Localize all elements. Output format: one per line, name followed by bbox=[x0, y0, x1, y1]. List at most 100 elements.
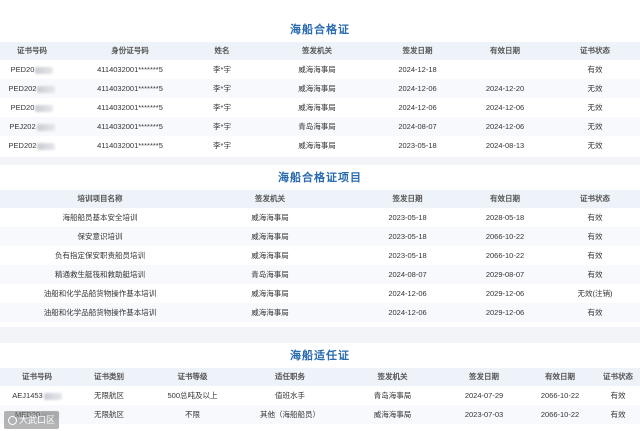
cell-text: 2023-05-18 bbox=[388, 251, 427, 260]
column-header: 签发机关 bbox=[262, 42, 372, 60]
cell-text: 威海海事局 bbox=[251, 213, 289, 222]
table-cell: 有效 bbox=[555, 208, 635, 227]
cell-text: 2024-12-06 bbox=[485, 103, 525, 112]
section-title-competency-certificate: 海船适任证 bbox=[0, 344, 640, 368]
table-row: 保安意识培训 威海海事局 2023-05-18 2066-10-22 有效 bbox=[0, 227, 640, 246]
cell-text: 2066-10-22 bbox=[485, 251, 525, 260]
cell-text: 有效 bbox=[587, 213, 603, 222]
cell-text: PED202 bbox=[8, 141, 37, 150]
table-cell: 李*宇 bbox=[192, 79, 252, 98]
table-cell: PED202 bbox=[4, 79, 60, 98]
cell-text: 有效 bbox=[587, 65, 603, 74]
table-header-row: 证书号码 身份证号码 姓名 签发机关 签发日期 有效日期 证书状态 bbox=[0, 42, 640, 60]
cell-text: 2024-12-06 bbox=[388, 289, 427, 298]
cell-text: 李*宇 bbox=[213, 103, 231, 112]
cell-text: 不限 bbox=[185, 410, 200, 419]
table-cell: 2066-10-22 bbox=[526, 386, 594, 405]
cell-text: 无效(注销) bbox=[577, 289, 613, 298]
cell-text: 威海海事局 bbox=[298, 84, 336, 93]
cell-text: 有效 bbox=[610, 410, 626, 419]
cell-text: 签发机关 bbox=[255, 194, 285, 203]
table-cell: 4114032001*******5 bbox=[70, 98, 190, 117]
section-certificate-items: 海船合格证项目 培训项目名称 签发机关 签发日期 有效日期 证书状态 海船船员基本安全培训… bbox=[0, 166, 640, 322]
table-cell: 油船和化学品船货物操作基本培训 bbox=[20, 284, 180, 303]
cell-text: 无效 bbox=[587, 84, 603, 93]
cell-text: 2023-05-18 bbox=[388, 232, 427, 241]
table-cell: 2029-08-07 bbox=[465, 265, 545, 284]
table-cell: 青岛海事局 bbox=[190, 265, 350, 284]
table-cell: PEJ202 bbox=[4, 117, 60, 136]
cell-text: 签发机关 bbox=[302, 46, 332, 55]
cell-text: 青岛海事局 bbox=[251, 270, 289, 279]
table-cell: 保安意识培训 bbox=[20, 227, 180, 246]
cell-text: 2029-12-06 bbox=[485, 289, 525, 298]
cell-text: 李*宇 bbox=[213, 84, 231, 93]
cell-text: 2024-12-20 bbox=[485, 84, 525, 93]
column-header: 证书状态 bbox=[555, 190, 635, 208]
table-row: PED20 4114032001*******5 李*宇 威海海事局 2024-12-1… bbox=[0, 60, 640, 79]
cell-text: 500总吨及以上 bbox=[167, 391, 218, 400]
column-header: 签发日期 bbox=[448, 368, 520, 386]
table-cell: 有效 bbox=[555, 303, 635, 322]
table-cell: 威海海事局 bbox=[190, 284, 350, 303]
table-cell: 威海海事局 bbox=[262, 136, 372, 155]
cell-text: 有效 bbox=[587, 251, 603, 260]
cell-text: 证书类别 bbox=[94, 372, 124, 381]
table-certificate-items: 培训项目名称 签发机关 签发日期 有效日期 证书状态 海船船员基本安全培训 威海海事局 202… bbox=[0, 190, 640, 322]
table-cell: 值班水手 bbox=[245, 386, 335, 405]
table-cell: 不限 bbox=[145, 405, 240, 424]
table-competency-certificate: 证书号码 证书类别 证书等级 适任职务 签发机关 签发日期 有效日期 证书状态 AEJ1453 无… bbox=[0, 368, 640, 424]
cell-text: 4114032001*******5 bbox=[97, 141, 163, 150]
table-cell: 青岛海事局 bbox=[345, 386, 440, 405]
cell-text: 姓名 bbox=[214, 46, 230, 55]
cell-text: 2024-07-29 bbox=[464, 391, 504, 400]
table-cell: 青岛海事局 bbox=[262, 117, 372, 136]
table-cell: 威海海事局 bbox=[190, 208, 350, 227]
table-sea-certificate: 证书号码 身份证号码 姓名 签发机关 签发日期 有效日期 证书状态 PED20 41140320… bbox=[0, 42, 640, 155]
cell-text: 2024-12-06 bbox=[485, 122, 525, 131]
table-row: 负有指定保安职责船员培训 威海海事局 2023-05-18 2066-10-22 有效 bbox=[0, 246, 640, 265]
column-header: 签发日期 bbox=[380, 42, 455, 60]
table-cell: 威海海事局 bbox=[262, 79, 372, 98]
table-cell: 2023-05-18 bbox=[360, 208, 455, 227]
table-cell: 2024-12-06 bbox=[465, 117, 545, 136]
cell-text: 无效 bbox=[587, 122, 603, 131]
cell-text: 负有指定保安职责船员培训 bbox=[55, 251, 145, 260]
column-header: 有效日期 bbox=[465, 190, 545, 208]
cell-text: 其他（海船船员） bbox=[260, 410, 320, 419]
cell-text: 证书状态 bbox=[580, 46, 610, 55]
cell-text: 2028-05-18 bbox=[485, 213, 525, 222]
column-header: 证书状态 bbox=[555, 42, 635, 60]
redacted-mask bbox=[43, 392, 62, 400]
table-cell: 2029-12-06 bbox=[465, 303, 545, 322]
table-row: 海船船员基本安全培训 威海海事局 2023-05-18 2028-05-18 有效 bbox=[0, 208, 640, 227]
table-cell: AEJ1453 bbox=[4, 386, 70, 405]
cell-text: 证书号码 bbox=[17, 46, 47, 55]
table-cell: 2023-05-18 bbox=[360, 246, 455, 265]
section-competency-certificate: 海船适任证 证书号码 证书类别 证书等级 适任职务 签发机关 签发日期 有效日期 证书状态 AE… bbox=[0, 344, 640, 424]
table-cell: 2024-12-06 bbox=[360, 284, 455, 303]
section-title-sea-certificate: 海船合格证 bbox=[0, 18, 640, 42]
cell-text: 签发日期 bbox=[402, 46, 433, 55]
table-cell: PED20 bbox=[4, 98, 60, 117]
table-row: 油船和化学品船货物操作基本培训 威海海事局 2024-12-06 2029-12-06… bbox=[0, 303, 640, 322]
cell-text: 有效 bbox=[587, 232, 603, 241]
table-cell: 500总吨及以上 bbox=[145, 386, 240, 405]
cell-text: 证书状态 bbox=[580, 194, 610, 203]
section-divider bbox=[0, 327, 640, 343]
cell-text: 身份证号码 bbox=[111, 46, 149, 55]
column-header: 姓名 bbox=[192, 42, 252, 60]
cell-text: 适任职务 bbox=[275, 372, 305, 381]
cell-text: 签发日期 bbox=[469, 372, 499, 381]
table-cell: 4114032001*******5 bbox=[70, 60, 190, 79]
cell-text: 有效日期 bbox=[490, 46, 520, 55]
cell-text: 2029-08-07 bbox=[485, 270, 525, 279]
table-cell: 无效 bbox=[555, 79, 635, 98]
cell-text: 4114032001*******5 bbox=[97, 84, 163, 93]
redacted-mask bbox=[35, 104, 54, 112]
cell-text: 证书号码 bbox=[22, 372, 52, 381]
table-cell: 负有指定保安职责船员培训 bbox=[20, 246, 180, 265]
redacted-mask bbox=[37, 142, 56, 150]
cell-text: 签发日期 bbox=[392, 194, 423, 203]
section-sea-certificate: 海船合格证 证书号码 身份证号码 姓名 签发机关 签发日期 有效日期 证书状态 PED20 41… bbox=[0, 18, 640, 155]
